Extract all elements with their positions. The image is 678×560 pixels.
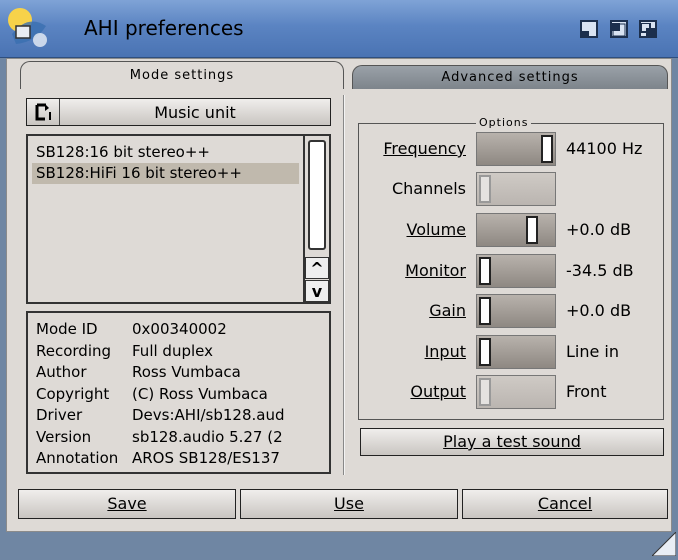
volume-label: Volume (370, 220, 466, 239)
output-label-text: Output (410, 382, 466, 401)
info-row: Copyright (C) Ross Vumbaca (36, 384, 321, 406)
info-row: Author Ross Vumbaca (36, 362, 321, 384)
panel-divider (343, 95, 345, 475)
volume-slider[interactable] (476, 213, 556, 247)
monitor-label: Monitor (370, 261, 466, 280)
tab-advanced-settings[interactable]: Advanced settings (352, 65, 668, 89)
info-value: Devs:AHI/sb128.aud (132, 406, 285, 424)
unit-cycle-label: Music unit (154, 102, 236, 122)
info-value: 0x00340002 (132, 320, 227, 338)
save-button[interactable]: Save (18, 489, 236, 519)
use-button[interactable]: Use (240, 489, 458, 519)
frequency-value: 44100 Hz (566, 139, 643, 158)
tab-mode-settings[interactable]: Mode settings (20, 61, 344, 89)
channels-slider[interactable] (476, 172, 556, 206)
mode-info-panel: Mode ID 0x00340002 Recording Full duplex A… (26, 311, 331, 474)
list-item[interactable]: SB128:16 bit stereo++ (32, 142, 299, 163)
info-key: Annotation (36, 449, 119, 467)
play-test-sound-button[interactable]: Play a test sound (360, 428, 664, 456)
scrollbar-thumb[interactable] (308, 140, 326, 250)
volume-value: +0.0 dB (566, 220, 632, 239)
window-title: AHI preferences (84, 16, 244, 40)
info-row: Annotation AROS SB128/ES137 (36, 448, 321, 470)
info-value: AROS SB128/ES137 (132, 449, 280, 467)
monitor-label-text: Monitor (405, 261, 466, 280)
scroll-up-button[interactable]: ^ (305, 257, 329, 279)
depth-icon[interactable] (639, 20, 657, 38)
options-title: Options (476, 116, 532, 129)
tab-label: Mode settings (129, 68, 235, 83)
gain-label-text: Gain (429, 301, 466, 320)
info-value: Ross Vumbaca (132, 363, 241, 381)
info-value: (C) Ross Vumbaca (132, 384, 268, 403)
output-slider[interactable] (476, 375, 556, 409)
cancel-button[interactable]: Cancel (462, 489, 668, 519)
save-label: Save (107, 494, 147, 513)
unit-cycle-button[interactable]: Music unit (26, 98, 331, 126)
cycle-icon (27, 99, 60, 125)
input-slider[interactable] (476, 335, 556, 369)
list-item-selected[interactable]: SB128:HiFi 16 bit stereo++ (32, 163, 299, 184)
slider-knob[interactable] (479, 297, 491, 325)
input-label: Input (370, 342, 466, 361)
mode-list[interactable]: SB128:16 bit stereo++ SB128:HiFi 16 bit … (26, 134, 305, 304)
slider-knob[interactable] (526, 216, 538, 244)
info-key: Recording (36, 341, 112, 360)
info-key: Version (36, 427, 92, 446)
info-key: Author (36, 363, 87, 381)
channels-label: Channels (391, 179, 466, 198)
volume-label-text: Volume (406, 220, 466, 239)
monitor-value: -34.5 dB (566, 261, 634, 280)
info-key: Driver (36, 406, 83, 424)
info-value: sb128.audio 5.27 (2 (132, 427, 283, 446)
frequency-slider[interactable] (476, 132, 556, 166)
resize-grip-icon[interactable] (650, 530, 677, 557)
tab-label: Advanced settings (441, 70, 579, 85)
cancel-label: Cancel (537, 494, 593, 513)
output-label: Output (370, 382, 466, 401)
info-row: Driver Devs:AHI/sb128.aud (36, 405, 321, 427)
info-key: Mode ID (36, 320, 98, 338)
frequency-label-text: Frequency (383, 139, 466, 158)
info-row: Recording Full duplex (36, 341, 321, 363)
info-row: Mode ID 0x00340002 (36, 319, 321, 341)
input-value: Line in (566, 342, 620, 361)
iconify-icon[interactable] (580, 20, 598, 38)
frequency-label: Frequency (370, 139, 466, 158)
app-icon (6, 6, 50, 50)
use-label: Use (334, 494, 364, 513)
slider-knob[interactable] (479, 338, 491, 366)
monitor-slider[interactable] (476, 254, 556, 288)
slider-knob[interactable] (479, 175, 491, 203)
info-row: Version sb128.audio 5.27 (2 (36, 427, 321, 449)
slider-knob[interactable] (479, 378, 491, 406)
slider-knob[interactable] (541, 135, 553, 163)
input-label-text: Input (424, 342, 466, 361)
output-value: Front (566, 382, 607, 401)
scroll-down-button[interactable]: v (305, 280, 329, 302)
gain-value: +0.0 dB (566, 301, 632, 320)
gain-slider[interactable] (476, 294, 556, 328)
info-key: Copyright (36, 384, 110, 403)
play-button-label: Play a test sound (443, 432, 581, 451)
zoom-icon[interactable] (610, 20, 628, 38)
info-value: Full duplex (132, 341, 213, 360)
slider-knob[interactable] (479, 257, 491, 285)
gain-label: Gain (370, 301, 466, 320)
